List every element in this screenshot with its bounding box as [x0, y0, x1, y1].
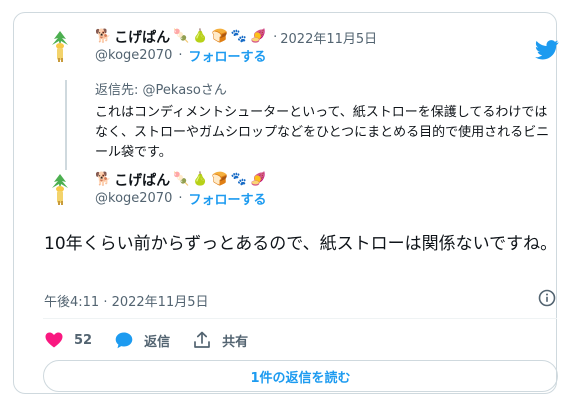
- paw-prints-emoji-icon: 🐾: [230, 29, 247, 44]
- handle[interactable]: @koge2070: [95, 191, 172, 206]
- bread-emoji-icon: 🍞: [211, 29, 228, 44]
- handle-separator: ·: [178, 191, 183, 206]
- tweet1-handle-row: @koge2070 · フォローする: [95, 46, 267, 65]
- read-replies-button[interactable]: 1件の返信を読む: [43, 360, 558, 392]
- pear-emoji-icon: 🍐: [192, 172, 209, 187]
- avatar[interactable]: [42, 27, 78, 63]
- display-name[interactable]: こげぱん: [114, 27, 170, 47]
- display-name[interactable]: こげぱん: [114, 170, 170, 190]
- handle[interactable]: @koge2070: [95, 48, 172, 63]
- dog-emoji-icon: 🐕: [95, 29, 112, 44]
- like-button[interactable]: 52: [44, 330, 92, 350]
- share-icon: [194, 331, 210, 348]
- share-label: 共有: [222, 334, 249, 350]
- tweet1-name-row: 🐕 こげぱん 🍡 🍐 🍞 🐾 🍠 · 2022年11月5日: [95, 27, 377, 47]
- twitter-bird-icon[interactable]: [535, 40, 559, 60]
- tweet-date[interactable]: 2022年11月5日: [280, 28, 377, 47]
- avatar-image: [42, 27, 78, 63]
- dog-emoji-icon: 🐕: [95, 172, 112, 187]
- heart-icon: [45, 332, 63, 348]
- handle-separator: ·: [178, 48, 183, 63]
- tweet1-text: これはコンディメントシューターといって、紙ストローを保護してるわけではなく、スト…: [95, 105, 550, 160]
- share-button[interactable]: 共有: [192, 330, 248, 350]
- divider: [43, 318, 557, 319]
- action-bar: 52 返信 共有: [44, 330, 270, 350]
- sweet-potato-emoji-icon: 🍠: [249, 172, 267, 187]
- follow-button[interactable]: フォローする: [189, 46, 267, 65]
- avatar-image: [42, 170, 78, 206]
- reply-button[interactable]: 返信: [114, 330, 170, 350]
- tweet2-handle-row: @koge2070 · フォローする: [95, 189, 267, 208]
- tweet2-text: 10年くらい前からずっとあるので、紙ストローは関係ないですね。: [44, 234, 558, 254]
- info-icon[interactable]: [538, 289, 556, 307]
- sweet-potato-emoji-icon: 🍠: [249, 29, 267, 44]
- avatar[interactable]: [42, 170, 78, 206]
- like-count: 52: [74, 332, 93, 348]
- embedded-tweet-card: 🐕 こげぱん 🍡 🍐 🍞 🐾 🍠 · 2022年11月5日 @koge2070 …: [13, 12, 559, 394]
- reply-bubble-icon: [115, 332, 133, 349]
- thread-connector-line: [65, 80, 67, 170]
- reply-label: 返信: [144, 334, 171, 350]
- paw-prints-emoji-icon: 🐾: [230, 172, 247, 187]
- reply-to-prefix: 返信先:: [95, 83, 143, 98]
- bread-emoji-icon: 🍞: [211, 172, 228, 187]
- reply-to-line: 返信先: @Pekasoさん: [95, 79, 227, 98]
- follow-button[interactable]: フォローする: [189, 189, 267, 208]
- pear-emoji-icon: 🍐: [192, 29, 209, 44]
- tweet-timestamp[interactable]: 午後4:11 · 2022年11月5日: [44, 291, 209, 310]
- date-separator: ·: [273, 29, 278, 45]
- tweet2-name-row: 🐕 こげぱん 🍡 🍐 🍞 🐾 🍠: [95, 170, 266, 190]
- dango-emoji-icon: 🍡: [173, 172, 190, 187]
- reply-to-mention[interactable]: @Pekasoさん: [143, 83, 227, 98]
- dango-emoji-icon: 🍡: [173, 29, 190, 44]
